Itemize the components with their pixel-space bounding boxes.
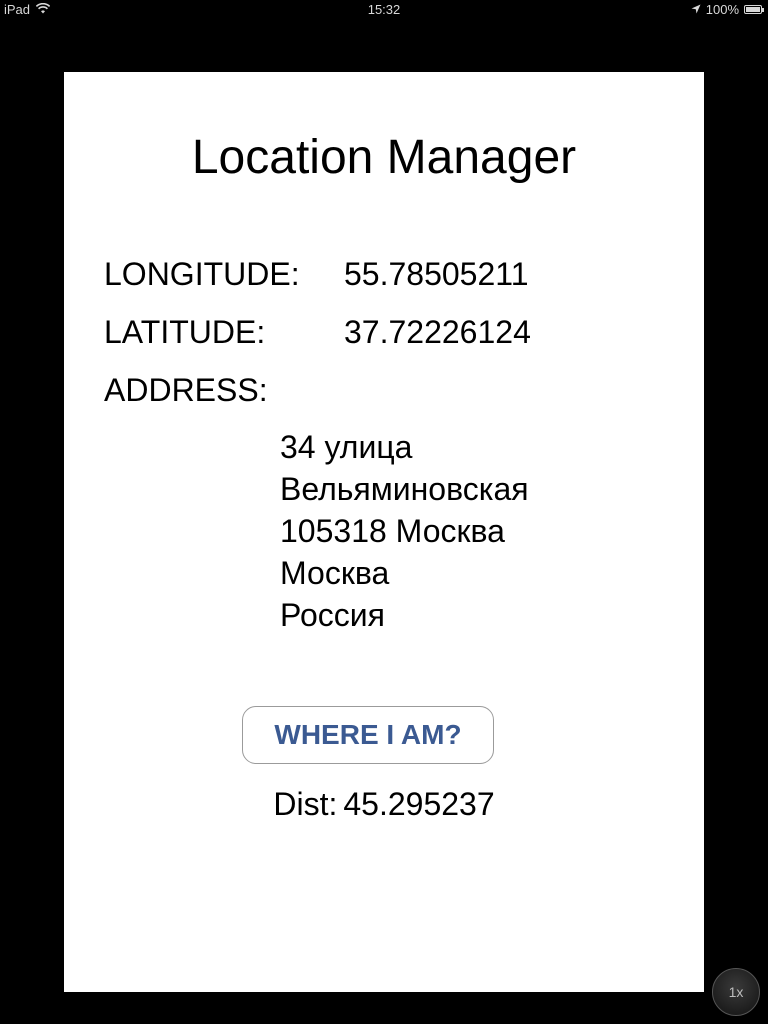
distance-label: Dist: (273, 786, 338, 822)
battery-percentage: 100% (705, 2, 739, 17)
status-right: 100% (691, 2, 764, 17)
location-arrow-icon (691, 2, 701, 17)
latitude-label: LATITUDE: (104, 314, 266, 350)
address-label: ADDRESS: (104, 372, 268, 408)
distance-value: 45.295237 (343, 786, 495, 822)
address-block: 34 улица Вельяминовская 105318 Москва Мо… (280, 426, 529, 636)
address-line: Москва (280, 555, 390, 591)
longitude-value: 55.78505211 (344, 256, 529, 292)
page-title: Location Manager (191, 131, 577, 184)
status-time: 15:32 (367, 2, 401, 17)
status-bar: iPad 15:32 100% (0, 0, 768, 20)
address-line: 34 улица (280, 429, 413, 465)
address-line: Россия (280, 597, 385, 633)
where-i-am-button[interactable]: WHERE I AM? (242, 706, 494, 764)
ipad-screen: iPad 15:32 100% Location Manager LONGITU… (0, 0, 768, 1024)
latitude-value: 37.72226124 (344, 314, 531, 350)
address-line: Вельяминовская (280, 471, 529, 507)
address-line: 105318 Москва (280, 513, 505, 549)
distance-readout: Dist: 45.295237 (0, 784, 768, 824)
zoom-1x-button[interactable]: 1x (712, 968, 760, 1016)
longitude-label: LONGITUDE: (104, 256, 300, 292)
battery-icon (744, 5, 764, 14)
